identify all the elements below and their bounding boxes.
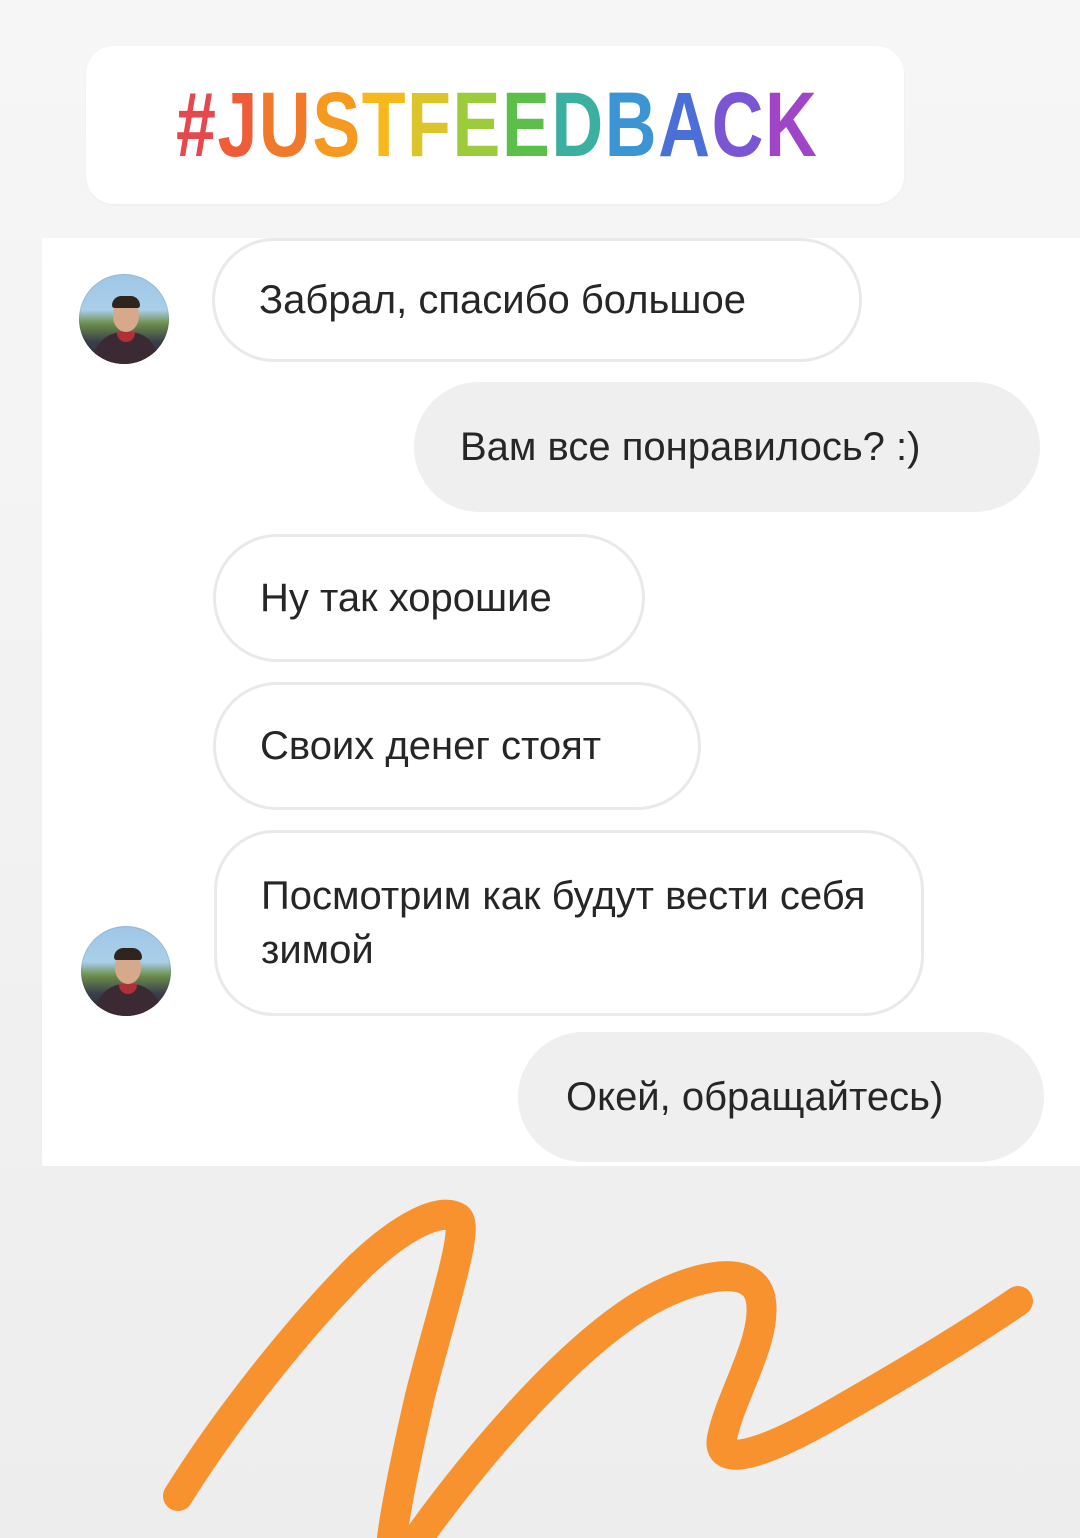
message-bubble-sent[interactable]: Вам все понравилось? :) bbox=[414, 382, 1040, 512]
contact-avatar[interactable] bbox=[79, 274, 169, 364]
message-bubble-received[interactable]: Своих денег стоят bbox=[213, 682, 701, 810]
contact-avatar[interactable] bbox=[81, 926, 171, 1016]
hashtag-letter: E bbox=[501, 74, 552, 176]
message-text: Вам все понравилось? :) bbox=[460, 425, 921, 469]
message-bubble-received[interactable]: Забрал, спасибо большое bbox=[212, 238, 862, 362]
avatar-photo-part bbox=[112, 296, 140, 308]
chat-screenshot: Забрал, спасибо большое Вам все понравил… bbox=[42, 238, 1080, 1166]
hashtag-letter: B bbox=[604, 74, 659, 176]
scribble-stroke bbox=[163, 1199, 1033, 1538]
hashtag-letter: T bbox=[361, 74, 408, 176]
message-text: Окей, обращайтесь) bbox=[566, 1075, 944, 1119]
hashtag-letter: S bbox=[312, 74, 362, 176]
hashtag-letter: U bbox=[258, 74, 313, 176]
hashtag-letter: A bbox=[658, 74, 712, 176]
hashtag-letter: # bbox=[175, 74, 218, 176]
message-bubble-sent[interactable]: Окей, обращайтесь) bbox=[518, 1032, 1044, 1162]
message-text: Своих денег стоят bbox=[260, 724, 602, 768]
message-text: Ну так хорошие bbox=[260, 576, 552, 620]
message-bubble-received[interactable]: Ну так хорошие bbox=[213, 534, 645, 662]
hashtag-letter: F bbox=[407, 74, 453, 176]
hashtag-letter: J bbox=[217, 74, 259, 176]
message-text: Забрал, спасибо большое bbox=[259, 278, 746, 322]
hashtag-letter: C bbox=[711, 74, 765, 176]
hashtag-letter: E bbox=[452, 74, 502, 176]
hashtag-text: #JUSTFEEDBACK bbox=[175, 70, 817, 180]
orange-scribble-drawing bbox=[163, 1199, 1033, 1538]
avatar-photo-part bbox=[114, 948, 142, 960]
message-bubble-received[interactable]: Посмотрим как будут вести себя зимой bbox=[214, 830, 924, 1016]
hashtag-letter: K bbox=[764, 74, 819, 176]
hashtag-letter: D bbox=[551, 74, 605, 176]
message-text: Посмотрим как будут вести себя зимой bbox=[261, 874, 866, 972]
hashtag-sticker[interactable]: #JUSTFEEDBACK bbox=[86, 46, 904, 204]
